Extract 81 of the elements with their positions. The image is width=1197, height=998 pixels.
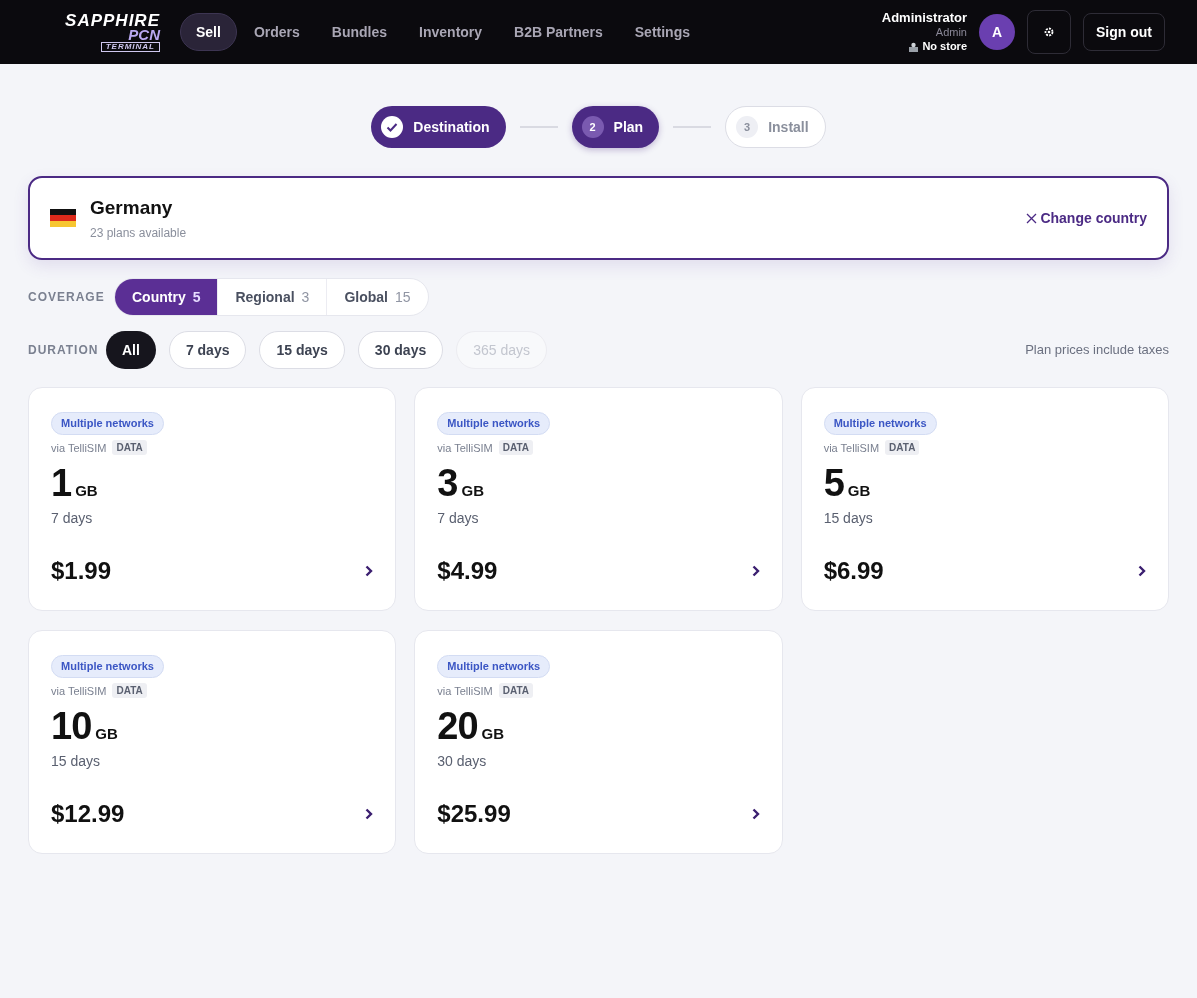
provider-name: via TelliSIM [823, 440, 880, 456]
data-unit: GB [847, 483, 871, 498]
plan-type-tag: DATA [112, 683, 147, 699]
plan-type-tag: DATA [498, 440, 534, 456]
duration-label: DURATION [28, 342, 96, 359]
data-unit: GB [95, 726, 118, 741]
duration-chip[interactable]: 15 days [259, 331, 345, 369]
user-name: Administrator [881, 10, 967, 27]
network-badge: Multiple networks [823, 412, 937, 435]
network-badge: Multiple networks [437, 412, 551, 435]
step-label: Install [768, 117, 809, 137]
plan-price: $1.99 [51, 556, 112, 586]
user-avatar[interactable]: A [979, 14, 1015, 50]
plan-card[interactable]: Multiple networks via TelliSIM DATA 5 GB 15 days $6.99 [800, 387, 1169, 611]
provider-name: via TelliSIM [437, 683, 493, 699]
plan-duration: 30 days [437, 752, 488, 771]
plan-duration: 7 days [51, 509, 94, 528]
data-unit: GB [75, 483, 98, 498]
plan-price: $6.99 [823, 556, 884, 586]
provider-name: via TelliSIM [51, 440, 107, 456]
provider-name: via TelliSIM [437, 440, 493, 456]
step-number: 3 [736, 116, 759, 138]
plans-count: 23 plans available [90, 225, 187, 243]
coverage-option[interactable]: Regional 3 [217, 279, 327, 315]
change-country-link[interactable]: Change country [1026, 207, 1147, 229]
duration-chip[interactable]: All [106, 331, 156, 369]
step-label: Plan [613, 117, 644, 137]
data-unit: GB [461, 483, 484, 498]
data-amount: 1 [51, 464, 72, 502]
step-number: 2 [581, 116, 604, 138]
logo: SAPPHIRE PCN TERMINAL [64, 12, 160, 52]
chevron-right-icon [751, 808, 760, 820]
nav-tab[interactable]: Orders [238, 13, 315, 51]
plan-type-tag: DATA [885, 440, 920, 456]
duration-chip[interactable]: 30 days [357, 331, 444, 369]
data-amount: 5 [823, 464, 844, 502]
nav-tab[interactable]: Settings [619, 13, 705, 51]
data-amount: 10 [51, 707, 92, 745]
plan-card[interactable]: Multiple networks via TelliSIM DATA 20 GB 30 days $25.99 [414, 630, 783, 854]
nav-tab[interactable]: Bundles [316, 13, 403, 51]
network-badge: Multiple networks [437, 655, 551, 678]
coverage-label: COVERAGE [28, 289, 104, 306]
germany-flag-icon [50, 209, 76, 227]
nav-tab[interactable]: Inventory [404, 13, 498, 51]
settings-button[interactable] [1027, 10, 1071, 54]
plan-type-tag: DATA [112, 440, 147, 456]
duration-chip[interactable]: 7 days [168, 331, 247, 369]
plan-type-tag: DATA [498, 683, 534, 699]
network-badge: Multiple networks [51, 655, 164, 678]
nav-tab[interactable]: B2B Partners [499, 13, 618, 51]
tax-note: Plan prices include taxes [1025, 341, 1169, 360]
store-icon [908, 41, 920, 53]
settings-icon [1043, 26, 1055, 38]
coverage-option[interactable]: Global 15 [326, 279, 428, 315]
plan-duration: 7 days [437, 509, 480, 528]
plan-card[interactable]: Multiple networks via TelliSIM DATA 1 GB 7 days $1.99 [28, 387, 397, 611]
data-amount: 3 [437, 464, 458, 502]
provider-name: via TelliSIM [51, 683, 107, 699]
step-label: Destination [413, 117, 490, 137]
sign-out-button[interactable]: Sign out [1083, 13, 1165, 51]
data-amount: 20 [437, 707, 478, 745]
user-role: Admin [935, 26, 967, 41]
network-badge: Multiple networks [51, 412, 164, 435]
country-name: Germany [90, 195, 174, 220]
plan-duration: 15 days [823, 509, 874, 528]
plan-price: $25.99 [437, 799, 511, 829]
data-unit: GB [481, 726, 505, 741]
check-icon [381, 116, 404, 138]
plan-price: $12.99 [51, 799, 125, 829]
plan-duration: 15 days [51, 752, 102, 771]
plan-price: $4.99 [437, 556, 498, 586]
chevron-right-icon [365, 565, 374, 577]
nav-tab[interactable]: Sell [180, 13, 237, 51]
store-name: No store [922, 40, 967, 54]
coverage-option[interactable]: Country 5 [115, 279, 218, 315]
chevron-right-icon [751, 565, 760, 577]
chevron-right-icon [365, 808, 374, 820]
close-icon [1026, 212, 1038, 224]
plan-card[interactable]: Multiple networks via TelliSIM DATA 10 GB 15 days $12.99 [28, 630, 397, 854]
chevron-right-icon [1138, 565, 1146, 577]
plan-card[interactable]: Multiple networks via TelliSIM DATA 3 GB 7 days $4.99 [414, 387, 783, 611]
